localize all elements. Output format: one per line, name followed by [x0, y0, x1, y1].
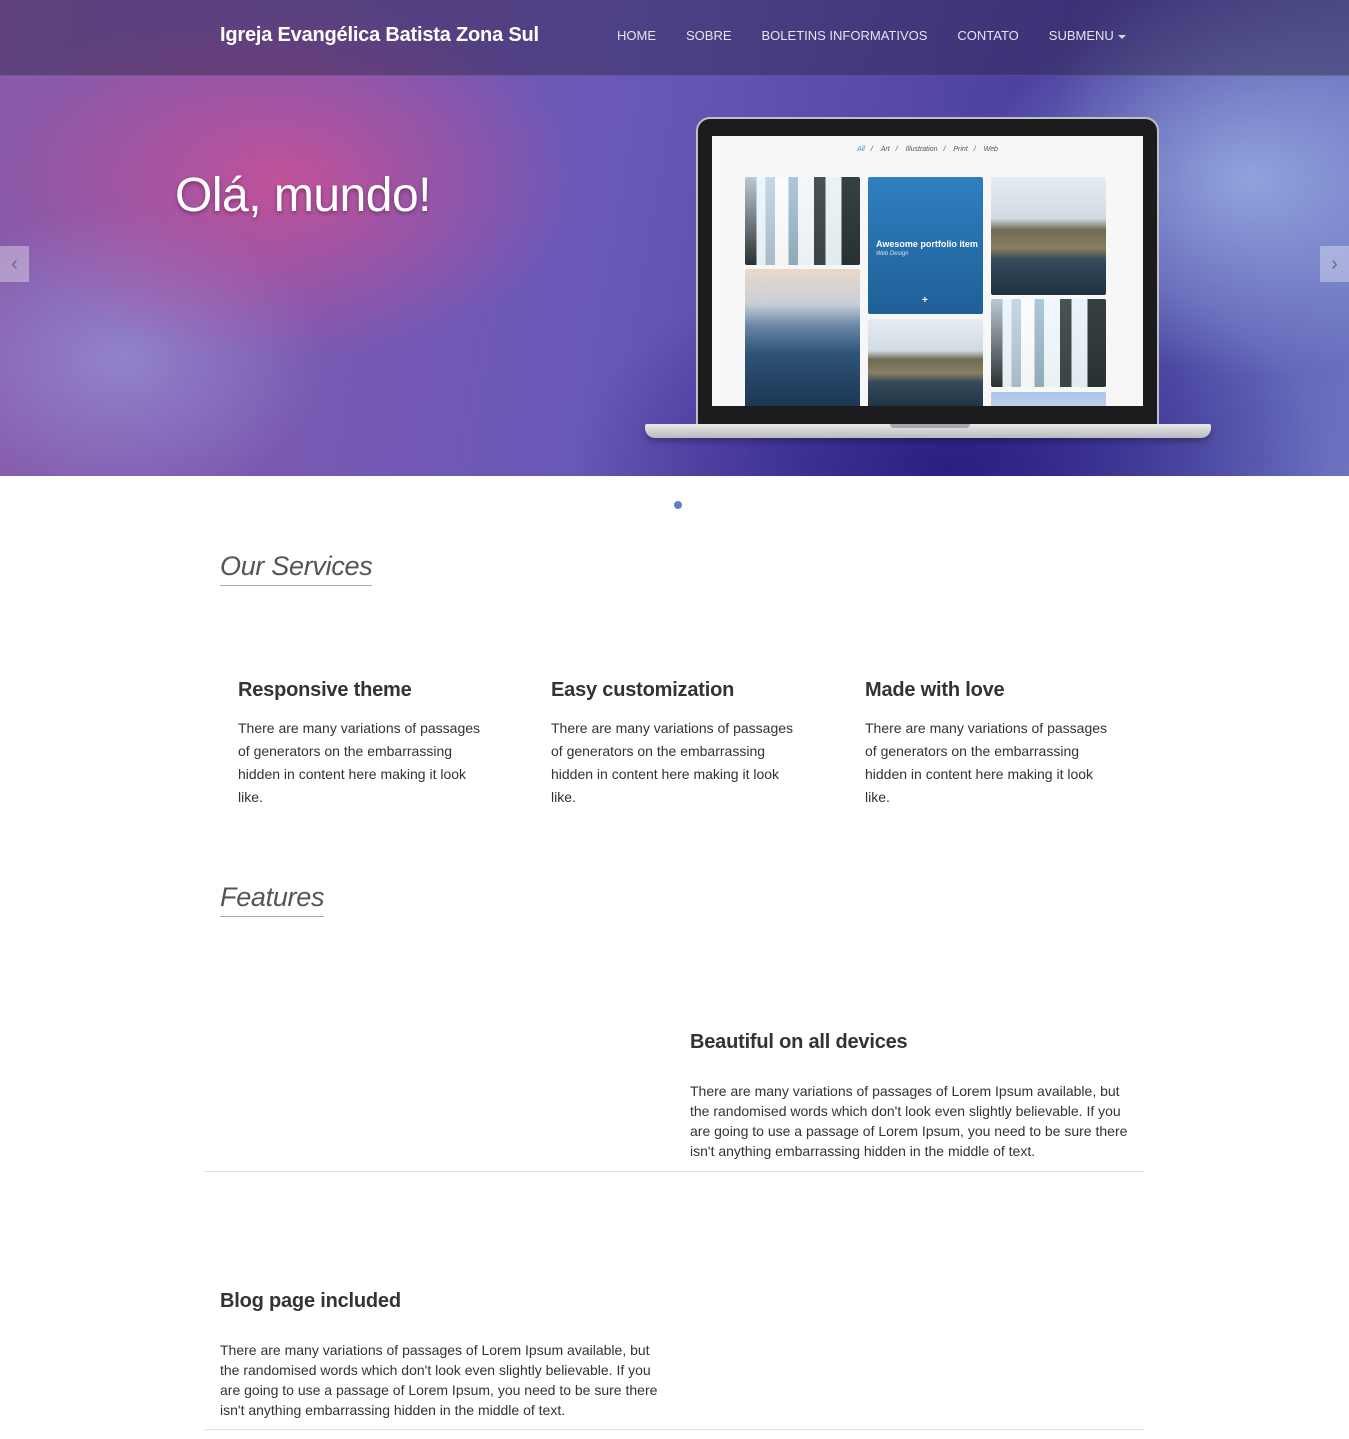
portfolio-thumb-cliff [868, 319, 983, 406]
filter-print: Print [953, 146, 968, 153]
portfolio-item-title: Awesome portfolio item [876, 239, 978, 249]
service-card: Made with love There are many variations… [865, 679, 1115, 809]
feature-text: There are many variations of passages of… [690, 1083, 1128, 1159]
feature-title: Blog page included [220, 1290, 401, 1312]
nav-contato[interactable]: CONTATO [957, 28, 1018, 43]
service-card: Easy customization There are many variat… [551, 679, 801, 809]
carousel-prev-button[interactable]: ‹ [0, 246, 29, 282]
section-divider [205, 1171, 1145, 1172]
service-card: Responsive theme There are many variatio… [238, 679, 488, 809]
nav-home[interactable]: HOME [617, 28, 656, 43]
feature-text: There are many variations of passages of… [220, 1342, 658, 1418]
chevron-right-icon: › [1331, 252, 1338, 275]
nav-sobre[interactable]: SOBRE [686, 28, 732, 43]
hero-title: Olá, mundo! [175, 169, 431, 222]
nav-menu: HOME SOBRE BOLETINS INFORMATIVOS CONTATO… [617, 28, 1156, 43]
portfolio-thumb-sea [745, 269, 860, 406]
feature-title: Beautiful on all devices [690, 1031, 908, 1053]
portfolio-thumb-ice [745, 177, 860, 265]
brand-logo[interactable]: Igreja Evangélica Batista Zona Sul [220, 24, 539, 47]
portfolio-featured-item: Awesome portfolio item Web Design + [868, 177, 983, 314]
filter-illustration: Illustration [905, 146, 938, 153]
laptop-notch [890, 424, 970, 428]
nav-boletins[interactable]: BOLETINS INFORMATIVOS [762, 28, 928, 43]
hero-carousel: Igreja Evangélica Batista Zona Sul HOME … [0, 0, 1349, 476]
features-heading: Features [220, 882, 324, 917]
service-title: Easy customization [551, 679, 735, 701]
service-text: There are many variations of passages of… [865, 720, 1108, 805]
filter-art: Art [880, 146, 890, 153]
service-title: Made with love [865, 679, 1005, 701]
service-title: Responsive theme [238, 679, 412, 701]
carousel-next-button[interactable]: › [1320, 246, 1349, 282]
navbar: Igreja Evangélica Batista Zona Sul HOME … [0, 0, 1349, 76]
portfolio-item-subtitle: Web Design [876, 251, 909, 257]
filter-all: All [857, 146, 865, 153]
services-heading: Our Services [220, 551, 373, 586]
portfolio-thumb-pale [991, 392, 1106, 406]
nav-submenu-label: SUBMENU [1048, 28, 1114, 43]
service-text: There are many variations of passages of… [238, 720, 481, 805]
portfolio-thumb-cliff-2 [991, 177, 1106, 295]
section-divider [205, 1429, 1145, 1430]
service-text: There are many variations of passages of… [551, 720, 794, 805]
portfolio-filters: All / Art / Illustration / Print / Web [857, 146, 998, 153]
filter-web: Web [983, 146, 998, 153]
carousel-indicator[interactable] [674, 501, 682, 509]
laptop-screen: All / Art / Illustration / Print / Web Aweso… [712, 136, 1143, 406]
nav-submenu[interactable]: SUBMENU [1049, 28, 1126, 43]
portfolio-thumb-ice-2 [991, 299, 1106, 387]
caret-down-icon [1117, 34, 1126, 39]
chevron-left-icon: ‹ [11, 252, 18, 275]
plus-icon: + [922, 295, 928, 306]
